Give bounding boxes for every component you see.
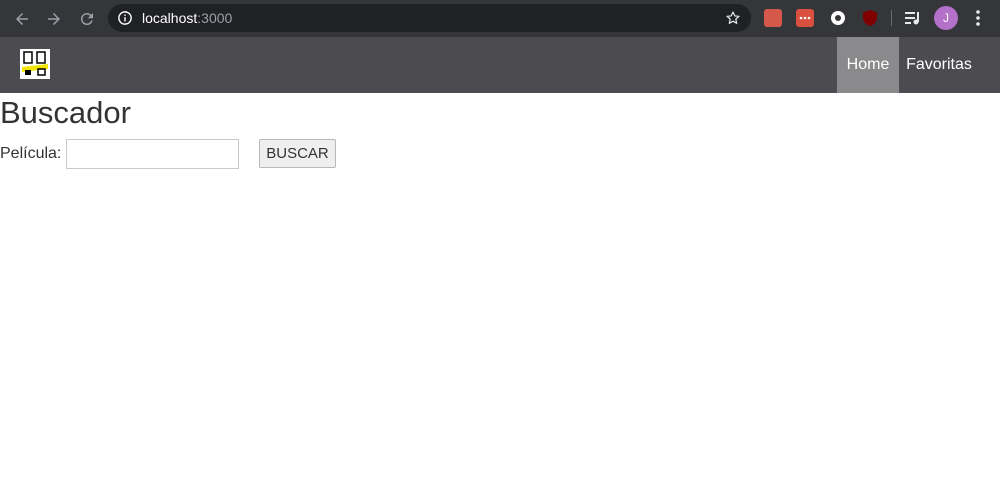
nav-favorites-link[interactable]: Favoritas (899, 37, 979, 93)
url-port: :3000 (197, 10, 233, 26)
forward-button[interactable] (43, 8, 65, 30)
profile-avatar[interactable]: J (934, 6, 958, 30)
app-navbar: Home Favoritas (0, 37, 1000, 93)
ext-dots-icon[interactable] (796, 9, 814, 27)
ext-camera-icon[interactable] (764, 9, 782, 27)
url-host: localhost (142, 10, 198, 26)
browser-toolbar: localhost:3000 J (0, 0, 1000, 37)
media-queue-icon[interactable] (904, 10, 922, 26)
info-icon (118, 11, 132, 25)
nav-home-link[interactable]: Home (837, 37, 899, 93)
search-button[interactable]: BUSCAR (259, 139, 336, 168)
page-title: Buscador (0, 95, 131, 130)
ext-circle-icon[interactable] (829, 9, 847, 27)
circle-icon (831, 11, 845, 25)
back-button[interactable] (11, 8, 33, 30)
movie-search-input[interactable] (66, 139, 239, 169)
logo-icon (20, 49, 50, 79)
arrow-right-icon (48, 13, 60, 25)
app-logo[interactable] (20, 49, 50, 79)
arrow-left-icon (16, 13, 28, 25)
menu-kebab-icon[interactable] (972, 9, 984, 27)
bookmark-star-icon[interactable] (725, 10, 741, 26)
dots-icon (799, 16, 811, 20)
movie-label: Película: (0, 145, 62, 162)
url-text: localhost:3000 (142, 10, 232, 26)
reload-button[interactable] (76, 8, 98, 30)
shield-icon (863, 10, 877, 26)
reload-icon (80, 13, 93, 26)
address-bar[interactable]: localhost:3000 (108, 4, 751, 32)
toolbar-divider (891, 10, 892, 26)
ext-ublock-icon[interactable] (861, 9, 879, 27)
